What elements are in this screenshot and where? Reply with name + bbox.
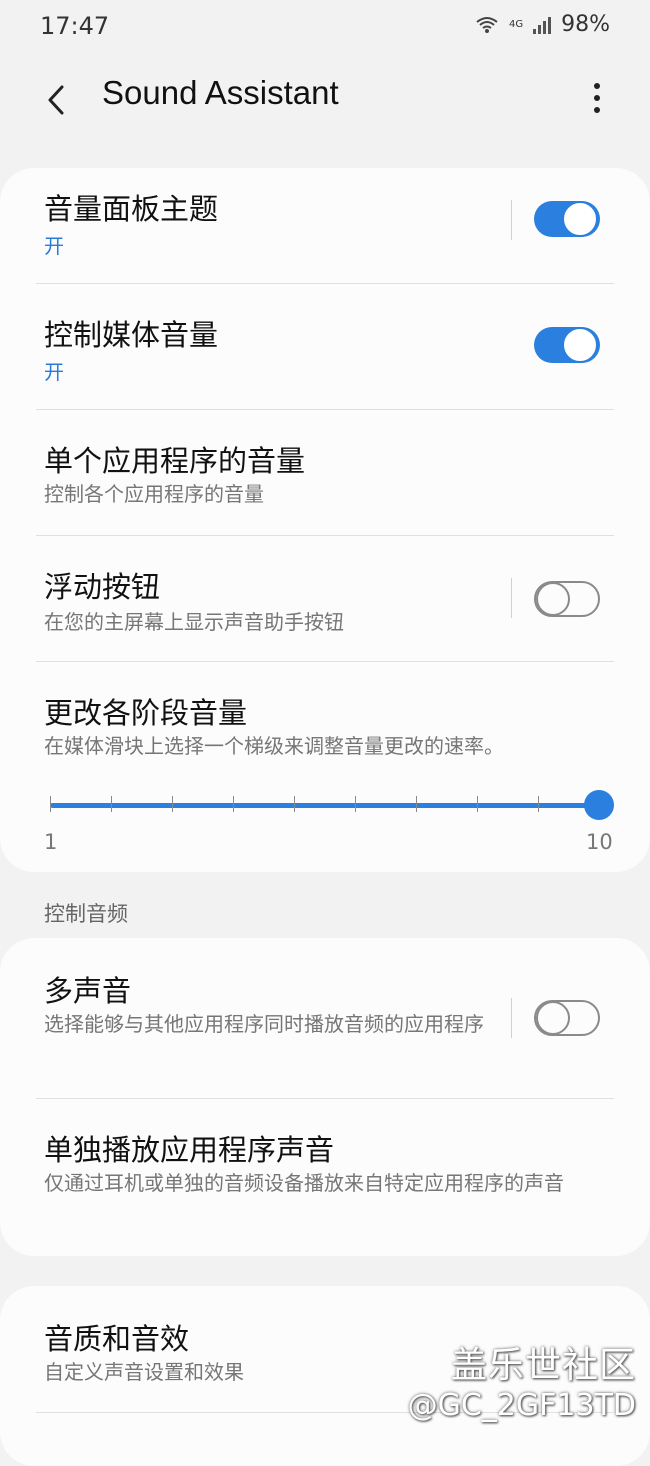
volume-panel-theme-toggle[interactable] <box>534 201 600 237</box>
setting-title: 音量面板主题 <box>44 192 219 226</box>
slider-tick <box>538 796 539 812</box>
slider-tick <box>172 796 173 812</box>
setting-control-media-volume[interactable]: 控制媒体音量 开 <box>0 284 650 410</box>
setting-subtitle: 自定义声音设置和效果 <box>44 1360 244 1384</box>
multi-sound-toggle[interactable] <box>534 1000 600 1036</box>
status-icons: 4G 98% <box>475 12 610 37</box>
vertical-separator <box>511 578 512 618</box>
slider-tick <box>294 796 295 812</box>
setting-title: 浮动按钮 <box>44 570 161 604</box>
slider-tick <box>477 796 478 812</box>
status-time: 17:47 <box>40 12 110 40</box>
setting-title: 多声音 <box>44 974 132 1008</box>
chevron-left-icon <box>48 85 64 115</box>
slider-tick <box>111 796 112 812</box>
setting-title: 音质和音效 <box>44 1322 190 1356</box>
setting-title: 控制媒体音量 <box>44 318 219 352</box>
setting-status: 开 <box>44 360 64 384</box>
setting-subtitle: 在您的主屏幕上显示声音助手按钮 <box>44 610 344 634</box>
slider-tick <box>355 796 356 812</box>
setting-subtitle: 控制各个应用程序的音量 <box>44 482 264 506</box>
setting-per-app-volume[interactable]: 单个应用程序的音量 控制各个应用程序的音量 <box>0 410 650 536</box>
setting-volume-panel-theme[interactable]: 音量面板主题 开 <box>0 168 650 284</box>
wifi-icon <box>475 15 499 35</box>
battery-level: 98% <box>561 12 610 37</box>
setting-multi-sound[interactable]: 多声音 选择能够与其他应用程序同时播放音频的应用程序 <box>0 938 650 1098</box>
setting-subtitle: 在媒体滑块上选择一个梯级来调整音量更改的速率。 <box>44 734 504 758</box>
setting-title: 单个应用程序的音量 <box>44 444 306 478</box>
control-media-volume-toggle[interactable] <box>534 327 600 363</box>
setting-title: 更改各阶段音量 <box>44 696 248 730</box>
setting-subtitle: 仅通过耳机或单独的音频设备播放来自特定应用程序的声音 <box>44 1171 564 1195</box>
app-bar: Sound Assistant <box>0 56 650 140</box>
network-type: 4G <box>508 18 524 30</box>
setting-floating-button[interactable]: 浮动按钮 在您的主屏幕上显示声音助手按钮 <box>0 536 650 662</box>
watermark-community: 盖乐世社区 <box>450 1345 636 1386</box>
volume-steps-slider-track[interactable] <box>50 803 600 808</box>
cellular-signal-icon <box>533 16 552 34</box>
setting-status: 开 <box>44 234 64 258</box>
slider-tick <box>233 796 234 812</box>
vertical-separator <box>511 998 512 1038</box>
more-vertical-icon <box>594 83 600 89</box>
floating-button-toggle[interactable] <box>534 581 600 617</box>
status-bar: 17:47 4G 98% <box>0 0 650 56</box>
setting-subtitle: 选择能够与其他应用程序同时播放音频的应用程序 <box>44 1012 484 1036</box>
page-title: Sound Assistant <box>102 74 339 111</box>
setting-title: 单独播放应用程序声音 <box>44 1133 335 1167</box>
slider-min-label: 1 <box>44 830 58 854</box>
vertical-separator <box>511 200 512 240</box>
slider-tick <box>50 796 51 812</box>
slider-max-label: 10 <box>586 830 613 854</box>
slider-tick <box>416 796 417 812</box>
setting-volume-steps: 更改各阶段音量 在媒体滑块上选择一个梯级来调整音量更改的速率。 <box>0 662 650 862</box>
more-options-button[interactable] <box>582 76 612 120</box>
section-header-control-audio: 控制音频 <box>44 902 128 926</box>
back-button[interactable] <box>34 78 78 122</box>
watermark-user-id: @GC_2GF13TD <box>407 1388 636 1423</box>
volume-steps-slider-thumb[interactable] <box>584 790 614 820</box>
setting-separate-app-sound[interactable]: 单独播放应用程序声音 仅通过耳机或单独的音频设备播放来自特定应用程序的声音 <box>0 1099 650 1256</box>
